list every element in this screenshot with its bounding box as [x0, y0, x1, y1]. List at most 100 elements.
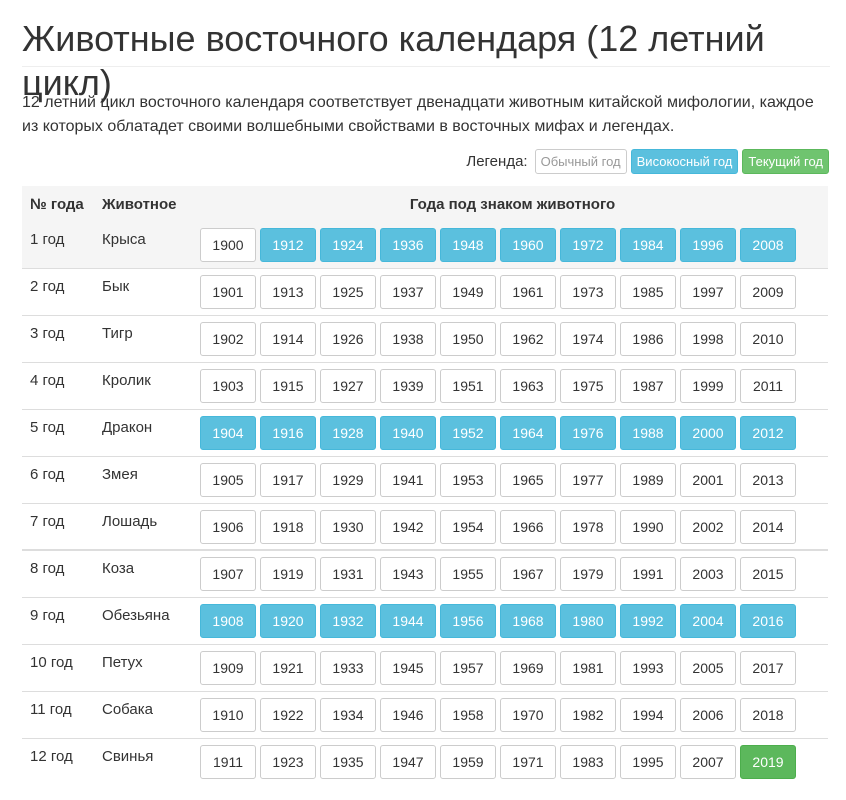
year-button[interactable]: 1963 [500, 368, 556, 403]
year-button[interactable]: 1987 [620, 368, 676, 403]
year-button[interactable]: 2018 [740, 697, 796, 732]
year-button[interactable]: 1913 [260, 274, 316, 309]
year-button[interactable]: 1967 [500, 557, 556, 591]
year-button[interactable]: 1923 [260, 744, 316, 779]
year-button[interactable]: 1965 [500, 462, 556, 497]
year-button[interactable]: 1983 [560, 744, 616, 779]
year-button[interactable]: 2011 [740, 368, 796, 403]
year-button[interactable]: 1969 [500, 650, 556, 685]
leap-year-button[interactable]: 1956 [440, 603, 496, 638]
year-button[interactable]: 1998 [680, 321, 736, 356]
year-button[interactable]: 1930 [320, 509, 376, 544]
year-button[interactable]: 1991 [620, 557, 676, 591]
year-button[interactable]: 1989 [620, 462, 676, 497]
year-button[interactable]: 1950 [440, 321, 496, 356]
year-button[interactable]: 2015 [740, 557, 796, 591]
year-button[interactable]: 1966 [500, 509, 556, 544]
year-button[interactable]: 1947 [380, 744, 436, 779]
leap-year-button[interactable]: 1936 [380, 228, 436, 262]
year-button[interactable]: 1985 [620, 274, 676, 309]
year-button[interactable]: 1986 [620, 321, 676, 356]
year-button[interactable]: 1921 [260, 650, 316, 685]
year-button[interactable]: 2017 [740, 650, 796, 685]
leap-year-button[interactable]: 1944 [380, 603, 436, 638]
year-button[interactable]: 1970 [500, 697, 556, 732]
leap-year-button[interactable]: 2012 [740, 415, 796, 450]
year-button[interactable]: 2001 [680, 462, 736, 497]
leap-year-button[interactable]: 2016 [740, 603, 796, 638]
year-button[interactable]: 2014 [740, 509, 796, 544]
year-button[interactable]: 2003 [680, 557, 736, 591]
year-button[interactable]: 2006 [680, 697, 736, 732]
leap-year-button[interactable]: 1992 [620, 603, 676, 638]
leap-year-button[interactable]: 1964 [500, 415, 556, 450]
leap-year-button[interactable]: 1988 [620, 415, 676, 450]
leap-year-button[interactable]: 1932 [320, 603, 376, 638]
year-button[interactable]: 1993 [620, 650, 676, 685]
year-button[interactable]: 1981 [560, 650, 616, 685]
year-button[interactable]: 1937 [380, 274, 436, 309]
leap-year-button[interactable]: 2000 [680, 415, 736, 450]
year-button[interactable]: 1934 [320, 697, 376, 732]
year-button[interactable]: 1953 [440, 462, 496, 497]
year-button[interactable]: 1945 [380, 650, 436, 685]
year-button[interactable]: 1974 [560, 321, 616, 356]
year-button[interactable]: 1959 [440, 744, 496, 779]
leap-year-button[interactable]: 1940 [380, 415, 436, 450]
year-button[interactable]: 1942 [380, 509, 436, 544]
year-button[interactable]: 1910 [200, 697, 256, 732]
year-button[interactable]: 1941 [380, 462, 436, 497]
year-button[interactable]: 1902 [200, 321, 256, 356]
leap-year-button[interactable]: 1972 [560, 228, 616, 262]
year-button[interactable]: 2013 [740, 462, 796, 497]
year-button[interactable]: 1905 [200, 462, 256, 497]
year-button[interactable]: 1994 [620, 697, 676, 732]
leap-year-button[interactable]: 1920 [260, 603, 316, 638]
year-button[interactable]: 1903 [200, 368, 256, 403]
year-button[interactable]: 1973 [560, 274, 616, 309]
year-button[interactable]: 1909 [200, 650, 256, 685]
year-button[interactable]: 1982 [560, 697, 616, 732]
year-button[interactable]: 1954 [440, 509, 496, 544]
year-button[interactable]: 1943 [380, 557, 436, 591]
leap-year-button[interactable]: 1976 [560, 415, 616, 450]
year-button[interactable]: 1939 [380, 368, 436, 403]
year-button[interactable]: 1977 [560, 462, 616, 497]
leap-year-button[interactable]: 1996 [680, 228, 736, 262]
year-button[interactable]: 1918 [260, 509, 316, 544]
leap-year-button[interactable]: 1960 [500, 228, 556, 262]
year-button[interactable]: 1901 [200, 274, 256, 309]
year-button[interactable]: 1900 [200, 228, 256, 262]
leap-year-button[interactable]: 1924 [320, 228, 376, 262]
leap-year-button[interactable]: 1912 [260, 228, 316, 262]
year-button[interactable]: 1971 [500, 744, 556, 779]
leap-year-button[interactable]: 2004 [680, 603, 736, 638]
year-button[interactable]: 1946 [380, 697, 436, 732]
year-button[interactable]: 1933 [320, 650, 376, 685]
year-button[interactable]: 1926 [320, 321, 376, 356]
year-button[interactable]: 1915 [260, 368, 316, 403]
leap-year-button[interactable]: 2008 [740, 228, 796, 262]
year-button[interactable]: 2009 [740, 274, 796, 309]
year-button[interactable]: 1906 [200, 509, 256, 544]
year-button[interactable]: 1961 [500, 274, 556, 309]
year-button[interactable]: 1911 [200, 744, 256, 779]
year-button[interactable]: 1995 [620, 744, 676, 779]
year-button[interactable]: 1927 [320, 368, 376, 403]
year-button[interactable]: 1907 [200, 557, 256, 591]
year-button[interactable]: 1997 [680, 274, 736, 309]
year-button[interactable]: 1917 [260, 462, 316, 497]
leap-year-button[interactable]: 1984 [620, 228, 676, 262]
year-button[interactable]: 1958 [440, 697, 496, 732]
year-button[interactable]: 1951 [440, 368, 496, 403]
leap-year-button[interactable]: 1952 [440, 415, 496, 450]
year-button[interactable]: 1957 [440, 650, 496, 685]
leap-year-button[interactable]: 1968 [500, 603, 556, 638]
leap-year-button[interactable]: 1928 [320, 415, 376, 450]
year-button[interactable]: 1999 [680, 368, 736, 403]
year-button[interactable]: 1914 [260, 321, 316, 356]
current-year-button[interactable]: 2019 [740, 744, 796, 779]
year-button[interactable]: 1979 [560, 557, 616, 591]
year-button[interactable]: 1975 [560, 368, 616, 403]
year-button[interactable]: 2010 [740, 321, 796, 356]
